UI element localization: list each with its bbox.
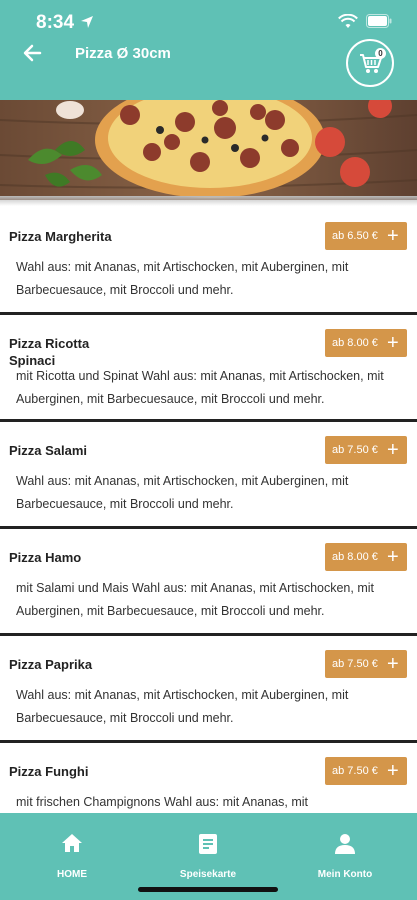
menu-item[interactable]: Pizza Salami ab 7.50 € + Wahl aus: mit A…: [0, 422, 417, 529]
add-to-cart-button[interactable]: ab 8.00 € +: [325, 543, 407, 571]
item-description: mit Salami und Mais Wahl aus: mit Ananas…: [16, 581, 374, 618]
plus-icon: +: [387, 760, 399, 782]
hero-shadow: [0, 196, 417, 206]
price-label: ab 6.50 €: [332, 230, 378, 242]
menu-item[interactable]: Pizza Margherita ab 6.50 € + Wahl aus: m…: [0, 208, 417, 315]
plus-icon: +: [387, 332, 399, 354]
cart-button[interactable]: 0: [346, 39, 394, 87]
item-name: Pizza Paprika: [9, 657, 93, 672]
item-name: Pizza Funghi: [9, 764, 89, 779]
menu-list: Pizza Margherita ab 6.50 € + Wahl aus: m…: [0, 208, 417, 850]
nav-mein-konto[interactable]: Mein Konto: [285, 813, 405, 893]
nav-speisekarte[interactable]: Speisekarte: [148, 813, 268, 893]
menu-book-icon: [199, 834, 217, 854]
plus-icon: +: [387, 653, 399, 675]
item-name: Pizza Hamo: [9, 550, 82, 565]
cart-count-badge: 0: [375, 48, 386, 59]
plus-icon: +: [387, 546, 399, 568]
price-label: ab 7.50 €: [332, 658, 378, 670]
item-name: Pizza Ricotta Spinaci: [9, 336, 90, 368]
item-description: mit Ricotta und Spinat Wahl aus: mit Ana…: [16, 369, 384, 406]
nav-home-label: HOME: [57, 869, 87, 880]
home-indicator: [138, 887, 278, 892]
wifi-icon: [338, 14, 358, 28]
price-label: ab 8.00 €: [332, 337, 378, 349]
plus-icon: +: [387, 225, 399, 247]
status-time: 8:34: [36, 12, 75, 33]
add-to-cart-button[interactable]: ab 7.50 € +: [325, 757, 407, 785]
add-to-cart-button[interactable]: ab 6.50 € +: [325, 222, 407, 250]
menu-item[interactable]: Pizza Ricotta Spinaci ab 8.00 € + mit Ri…: [0, 315, 417, 422]
hero-pizza-image: [0, 100, 417, 200]
status-bar: 8:34: [0, 0, 417, 44]
add-to-cart-button[interactable]: ab 8.00 € +: [325, 329, 407, 357]
home-icon: [62, 834, 82, 852]
battery-icon: [366, 14, 392, 28]
nav-home[interactable]: HOME: [12, 813, 132, 893]
price-label: ab 8.00 €: [332, 551, 378, 563]
menu-item[interactable]: Pizza Paprika ab 7.50 € + Wahl aus: mit …: [0, 636, 417, 743]
add-to-cart-button[interactable]: ab 7.50 € +: [325, 650, 407, 678]
item-name: Pizza Margherita: [9, 229, 112, 244]
item-description: Wahl aus: mit Ananas, mit Artischocken, …: [16, 474, 349, 511]
item-description: Wahl aus: mit Ananas, mit Artischocken, …: [16, 688, 349, 725]
back-arrow-icon[interactable]: [20, 40, 46, 66]
price-label: ab 7.50 €: [332, 765, 378, 777]
plus-icon: +: [387, 439, 399, 461]
item-description: mit frischen Champignons Wahl aus: mit A…: [16, 795, 309, 809]
add-to-cart-button[interactable]: ab 7.50 € +: [325, 436, 407, 464]
app-header: 8:34 Pizza Ø 30cm 0: [0, 0, 417, 100]
user-icon: [335, 834, 355, 854]
menu-item[interactable]: Pizza Hamo ab 8.00 € + mit Salami und Ma…: [0, 529, 417, 636]
location-arrow-icon: [81, 16, 93, 28]
item-description: Wahl aus: mit Ananas, mit Artischocken, …: [16, 260, 349, 297]
nav-speisekarte-label: Speisekarte: [179, 869, 237, 880]
price-label: ab 7.50 €: [332, 444, 378, 456]
nav-mein-konto-label: Mein Konto: [317, 869, 373, 880]
item-name: Pizza Salami: [9, 443, 88, 458]
page-title: Pizza Ø 30cm: [75, 45, 171, 62]
